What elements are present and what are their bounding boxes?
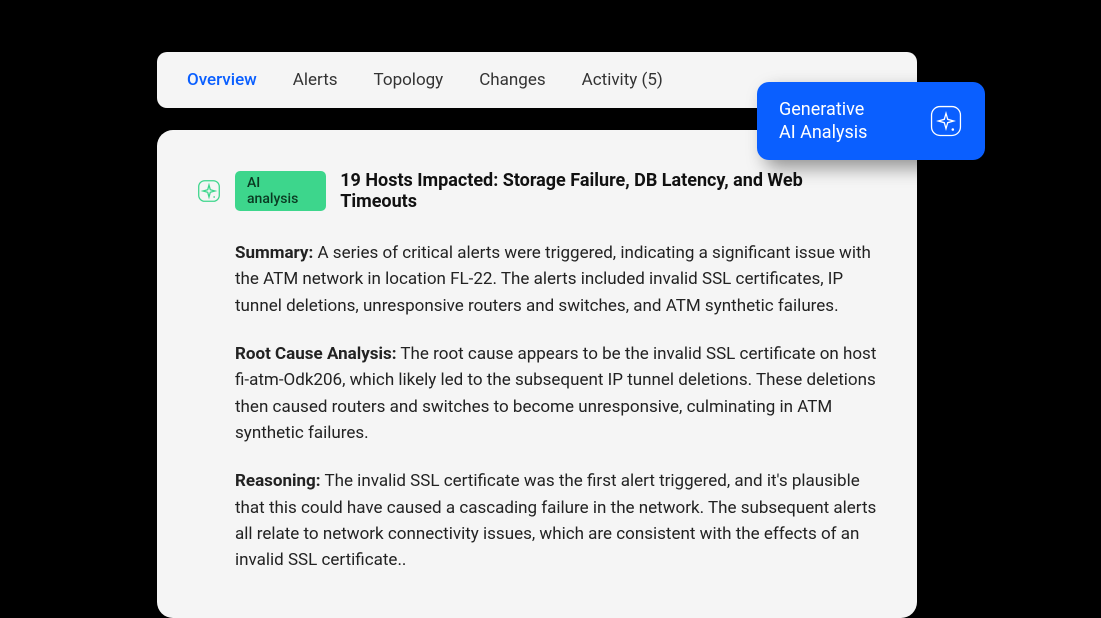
tab-changes[interactable]: Changes: [479, 66, 545, 94]
tab-overview[interactable]: Overview: [187, 66, 257, 94]
tab-topology[interactable]: Topology: [374, 66, 444, 94]
ai-sparkle-icon: [197, 179, 221, 203]
tab-alerts[interactable]: Alerts: [293, 66, 338, 94]
analysis-reasoning: Reasoning: The invalid SSL certificate w…: [235, 468, 877, 573]
analysis-summary: Summary: A series of critical alerts wer…: [235, 240, 877, 319]
analysis-header: AI analysis 19 Hosts Impacted: Storage F…: [197, 170, 877, 212]
generative-ai-label: GenerativeAI Analysis: [779, 98, 867, 145]
sparkle-icon: [929, 104, 963, 138]
analysis-card: AI analysis 19 Hosts Impacted: Storage F…: [157, 130, 917, 618]
tab-activity[interactable]: Activity (5): [582, 66, 663, 94]
generative-ai-button[interactable]: GenerativeAI Analysis: [757, 82, 985, 160]
analysis-title: 19 Hosts Impacted: Storage Failure, DB L…: [340, 170, 877, 212]
analysis-root-cause: Root Cause Analysis: The root cause appe…: [235, 341, 877, 446]
analysis-body: Summary: A series of critical alerts wer…: [197, 240, 877, 574]
ai-analysis-badge: AI analysis: [235, 171, 326, 211]
